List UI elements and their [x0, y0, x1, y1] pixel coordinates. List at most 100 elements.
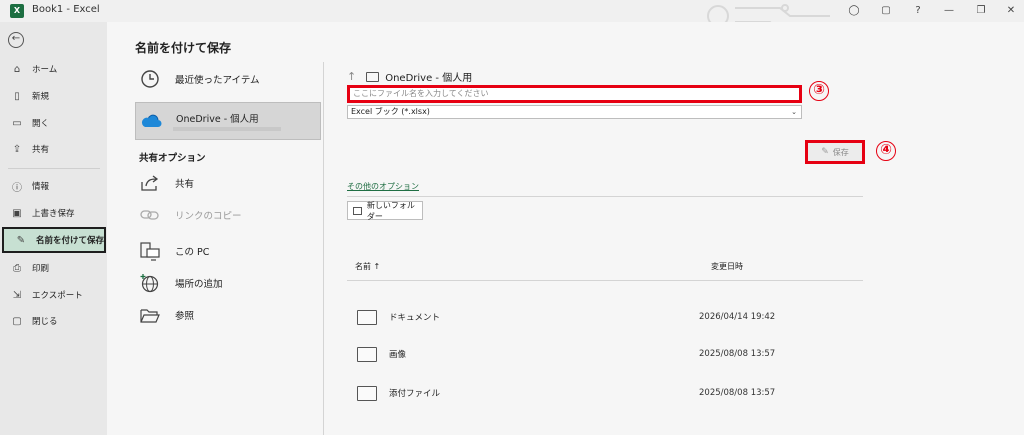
location-onedrive[interactable]: OneDrive - 個人用 — [135, 102, 321, 140]
folder-icon — [357, 385, 377, 401]
breadcrumb: ↑ OneDrive - 個人用 — [347, 69, 472, 84]
location-label: 場所の追加 — [175, 279, 223, 290]
nav-item-label: 印刷 — [32, 264, 50, 274]
nav-item-label: 名前を付けて保存 — [36, 236, 105, 246]
new-folder-label: 新しいフォルダー — [366, 200, 415, 221]
onedrive-cloud-icon — [140, 110, 162, 132]
save-icon: ▣ — [12, 207, 22, 219]
home-icon: ⌂ — [13, 63, 21, 75]
share-options-header: 共有オプション — [139, 153, 206, 164]
nav-item-label: 開く — [32, 119, 50, 129]
nav-divider — [8, 168, 100, 169]
location-label: この PC — [175, 247, 210, 258]
share-icon — [139, 172, 161, 194]
nav-item-label: 閉じる — [32, 317, 58, 327]
nav-item-label: 新規 — [32, 92, 50, 102]
page-title: 名前を付けて保存 — [135, 41, 232, 55]
nav-item-export[interactable]: ⇲ エクスポート — [0, 282, 107, 308]
nav-item-open[interactable]: ▭ 開く — [0, 110, 107, 136]
window-title: Book1 - Excel — [32, 4, 100, 15]
excel-app-icon: X — [10, 4, 24, 18]
file-type-value: Excel ブック (*.xlsx) — [351, 107, 430, 116]
file-type-select[interactable]: Excel ブック (*.xlsx) ⌄ — [347, 105, 802, 119]
export-icon: ⇲ — [12, 289, 22, 301]
nav-item-label: エクスポート — [32, 291, 83, 301]
location-label: 最近使ったアイテム — [175, 75, 260, 86]
backstage-nav: ← ⌂ ホーム ▯ 新規 ▭ 開く ⇪ 共有 ⓘ 情報 ▣ 上書き保存 ✎ 名前… — [0, 22, 107, 435]
location-recent[interactable]: 最近使ったアイテム — [135, 62, 321, 96]
callout-4: ④ — [876, 141, 896, 161]
chevron-down-icon: ⌄ — [791, 108, 797, 116]
pane-divider — [323, 62, 324, 435]
file-name: 添付ファイル — [389, 389, 441, 399]
feedback-icon[interactable]: ▢ — [877, 3, 895, 19]
save-button-label: 保存 — [832, 147, 849, 157]
file-name: 画像 — [389, 350, 407, 360]
nav-item-save[interactable]: ▣ 上書き保存 — [0, 200, 107, 226]
new-folder-button[interactable]: 新しいフォルダー — [347, 200, 423, 221]
link-icon — [139, 204, 161, 226]
account-icon[interactable]: ◯ — [845, 3, 863, 19]
minimize-icon[interactable]: — — [940, 3, 958, 19]
file-row[interactable]: 添付ファイル 2025/08/08 13:57 — [357, 383, 857, 403]
folder-icon — [357, 309, 377, 325]
save-icon: ✎ — [821, 147, 829, 157]
computer-icon — [139, 240, 161, 262]
globe-plus-icon — [139, 272, 161, 294]
share-icon: ⇪ — [12, 143, 22, 155]
location-copy-link[interactable]: リンクのコピー — [135, 198, 321, 232]
account-email-redacted — [173, 127, 281, 131]
close-icon[interactable]: ✕ — [1002, 3, 1020, 19]
nav-item-label: 情報 — [32, 182, 50, 192]
save-as-page: 名前を付けて保存 最近使ったアイテム OneDrive - 個人用 共有オプショ… — [107, 22, 1024, 435]
restore-icon[interactable]: ❐ — [972, 3, 990, 19]
file-date: 2025/08/08 13:57 — [699, 388, 776, 398]
nav-item-print[interactable]: ⎙ 印刷 — [0, 255, 107, 281]
file-date: 2025/08/08 13:57 — [699, 349, 776, 359]
nav-item-save-as[interactable]: ✎ 名前を付けて保存 — [2, 227, 106, 253]
help-icon[interactable]: ? — [909, 3, 927, 19]
location-share[interactable]: 共有 — [135, 166, 321, 200]
back-arrow-icon[interactable]: ← — [8, 32, 24, 48]
location-add-place[interactable]: 場所の追加 — [135, 266, 321, 300]
nav-item-home[interactable]: ⌂ ホーム — [0, 56, 107, 82]
header-divider — [347, 280, 863, 281]
file-date: 2026/04/14 19:42 — [699, 312, 776, 322]
nav-item-share[interactable]: ⇪ 共有 — [0, 136, 107, 162]
nav-item-label: 共有 — [32, 145, 50, 155]
file-row[interactable]: 画像 2025/08/08 13:57 — [357, 344, 857, 364]
close-file-icon: ▢ — [12, 315, 22, 327]
nav-item-label: ホーム — [32, 65, 58, 75]
more-options-link[interactable]: その他のオプション — [347, 181, 419, 192]
folder-icon — [353, 206, 362, 215]
open-icon: ▭ — [12, 117, 22, 129]
callout-3: ③ — [809, 81, 829, 101]
nav-item-new[interactable]: ▯ 新規 — [0, 83, 107, 109]
file-row[interactable]: ドキュメント 2026/04/14 19:42 — [357, 307, 857, 327]
save-as-icon: ✎ — [16, 234, 26, 246]
breadcrumb-label[interactable]: OneDrive - 個人用 — [385, 69, 472, 84]
file-name: ドキュメント — [389, 313, 441, 323]
new-icon: ▯ — [14, 90, 20, 102]
clock-icon — [139, 68, 161, 90]
filename-input[interactable]: ここにファイル名を入力してください — [347, 85, 802, 103]
title-bar: X Book1 - Excel ◯ ▢ ? — ❐ ✕ — [0, 0, 1024, 31]
nav-item-info[interactable]: ⓘ 情報 — [0, 173, 107, 199]
open-folder-icon — [139, 304, 161, 326]
divider — [347, 196, 863, 197]
location-browse[interactable]: 参照 — [135, 298, 321, 332]
nav-item-close[interactable]: ▢ 閉じる — [0, 308, 107, 334]
print-icon: ⎙ — [13, 262, 21, 274]
location-label: 参照 — [175, 311, 195, 322]
column-header-date[interactable]: 変更日時 — [711, 261, 743, 272]
location-label: OneDrive - 個人用 — [176, 114, 259, 125]
info-icon: ⓘ — [12, 182, 22, 194]
location-label: リンクのコピー — [175, 211, 242, 222]
location-label: 共有 — [175, 179, 195, 190]
folder-icon — [357, 346, 377, 362]
save-button[interactable]: ✎ 保存 — [805, 140, 865, 164]
nav-item-label: 上書き保存 — [32, 209, 75, 219]
column-header-name[interactable]: 名前 ↑ — [355, 261, 380, 272]
location-this-pc[interactable]: この PC — [135, 234, 321, 268]
up-arrow-icon[interactable]: ↑ — [347, 70, 356, 83]
